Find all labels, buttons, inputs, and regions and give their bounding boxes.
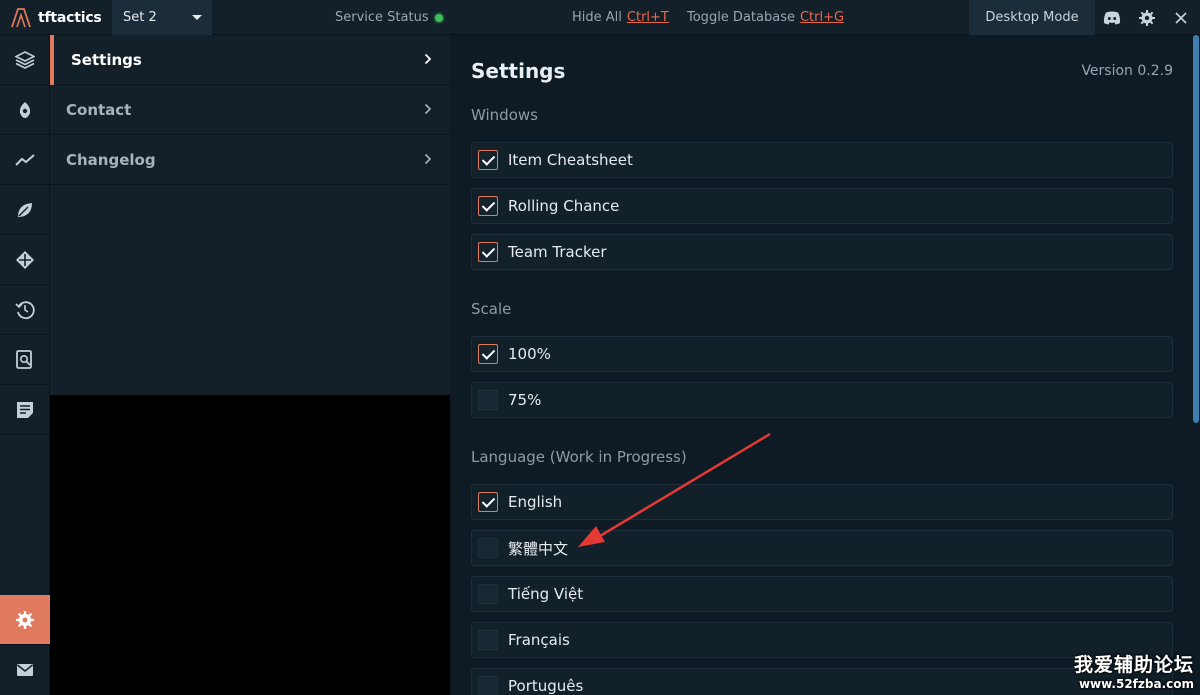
option-label: Português [508,677,584,695]
settings-subnav: Settings Contact Changelog [50,35,450,395]
gear-glyph [1139,9,1155,26]
option-label: 繁體中文 [508,539,569,558]
service-status-label: Service Status [335,10,429,25]
subnav-item-label: Settings [71,50,142,69]
toggle-database-hotkey[interactable]: Toggle Database Ctrl+G [687,0,844,35]
rail-layers[interactable] [0,35,50,85]
notes-icon [17,401,33,418]
option-language-portuguese[interactable]: Português [471,668,1173,695]
checkbox-unchecked[interactable] [478,676,498,695]
option-scale-75[interactable]: 75% [471,382,1173,418]
app-logo: tftactics [10,0,102,35]
watermark-line1: 我爱辅助论坛 [1073,654,1194,676]
option-item-cheatsheet[interactable]: Item Cheatsheet [471,142,1173,178]
option-scale-100[interactable]: 100% [471,336,1173,372]
option-label: Team Tracker [508,243,607,261]
subnav-item-contact[interactable]: Contact [50,85,450,135]
watermark: 我爱辅助论坛 www.52fzba.com [1074,650,1194,691]
option-team-tracker[interactable]: Team Tracker [471,234,1173,270]
rail-items[interactable] [0,235,50,285]
checkbox-checked[interactable] [478,492,498,512]
rail-guides[interactable] [0,335,50,385]
option-language-traditional-chinese[interactable]: 繁體中文 [471,530,1173,566]
checkbox-unchecked[interactable] [478,538,498,558]
checkbox-unchecked[interactable] [478,390,498,410]
book-search-icon [16,349,32,369]
option-label: Tiếng Việt [508,585,584,603]
rail-origins[interactable] [0,185,50,235]
hide-all-hotkey[interactable]: Hide All Ctrl+T [572,0,669,35]
service-status[interactable]: Service Status [335,0,443,35]
hide-all-label: Hide All [572,10,622,25]
history-icon [15,300,35,319]
close-glyph [1175,11,1187,24]
hide-all-key[interactable]: Ctrl+T [627,10,669,25]
rail-bottom [0,595,50,695]
option-label: English [508,493,563,511]
set-select[interactable]: Set 2 [112,0,212,35]
option-label: Rolling Chance [508,197,620,215]
watermark-line2: www.52fzba.com [1078,677,1194,691]
empty-preview-pane [50,395,450,695]
settings-panel: Settings Version 0.2.9 Windows Item Chea… [451,35,1190,695]
section-language-label: Language (Work in Progress) [471,448,687,466]
leaf-icon [18,202,32,217]
items-icon [16,250,34,269]
option-language-french[interactable]: Français [471,622,1173,658]
option-label: 100% [508,345,551,363]
page-title: Settings [471,59,566,83]
gear-icon[interactable] [1132,0,1162,35]
checkbox-checked[interactable] [478,344,498,364]
option-language-vietnamese[interactable]: Tiếng Việt [471,576,1173,612]
close-icon[interactable] [1166,0,1196,35]
rail-trends[interactable] [0,135,50,185]
chevron-right-icon [424,103,432,115]
tftactics-logo-icon [11,7,31,27]
left-rail [0,35,50,695]
option-label: Item Cheatsheet [508,151,633,169]
settings-icon [16,610,34,629]
subnav-item-label: Contact [66,100,132,119]
rail-history[interactable] [0,285,50,335]
mail-icon [17,664,33,676]
section-windows-label: Windows [471,106,538,124]
title-bar: tftactics Set 2 Service Status Hide All … [0,0,1200,35]
checkbox-checked[interactable] [478,242,498,262]
checkbox-checked[interactable] [478,196,498,216]
discord-icon[interactable] [1097,0,1127,35]
option-rolling-chance[interactable]: Rolling Chance [471,188,1173,224]
chevron-right-icon [424,153,432,165]
trending-icon [15,153,35,166]
checkbox-checked[interactable] [478,150,498,170]
champion-icon [19,101,31,118]
section-scale-label: Scale [471,300,512,318]
toggle-database-label: Toggle Database [687,10,795,25]
rail-mail[interactable] [0,645,50,695]
rail-notes[interactable] [0,385,50,435]
scrollbar[interactable] [1190,35,1200,695]
status-online-dot [434,13,443,22]
layers-icon [15,50,35,69]
desktop-mode-button[interactable]: Desktop Mode [969,0,1095,35]
option-language-english[interactable]: English [471,484,1173,520]
rail-settings[interactable] [0,595,50,645]
option-label: Français [508,631,570,649]
discord-glyph [1103,11,1121,24]
subnav-item-changelog[interactable]: Changelog [50,135,450,185]
checkbox-unchecked[interactable] [478,584,498,604]
option-label: 75% [508,391,542,409]
subnav-item-settings[interactable]: Settings [50,35,450,85]
chevron-right-icon [424,53,432,65]
set-select-value: Set 2 [123,10,157,25]
checkbox-unchecked[interactable] [478,630,498,650]
app-name: tftactics [38,9,102,26]
rail-champions[interactable] [0,85,50,135]
version-label: Version 0.2.9 [1081,63,1173,79]
toggle-database-key[interactable]: Ctrl+G [800,10,844,25]
subnav-item-label: Changelog [66,150,156,169]
caret-down-icon [192,15,202,20]
scrollbar-thumb[interactable] [1193,35,1199,423]
